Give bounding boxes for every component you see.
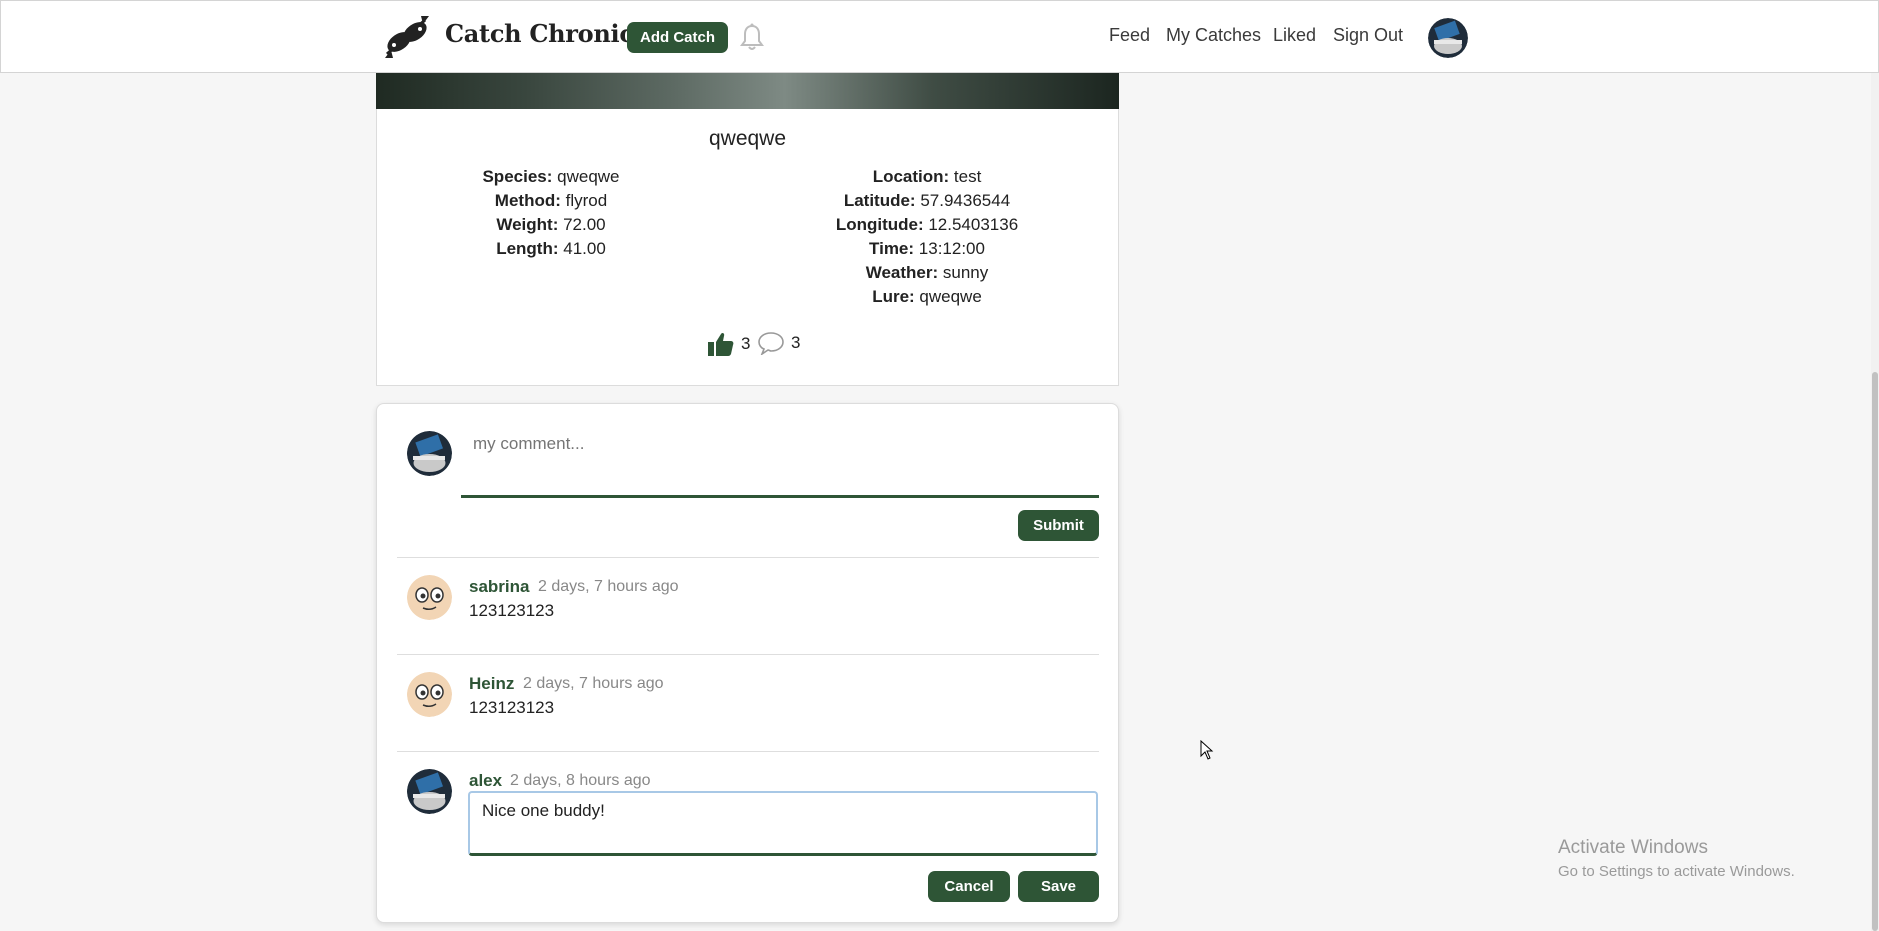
divider xyxy=(397,654,1099,655)
comments-card: Submit sabrina 2 days, 7 hours ago 12312… xyxy=(376,403,1119,923)
activate-windows-subtitle: Go to Settings to activate Windows. xyxy=(1558,863,1795,880)
thumbs-up-icon[interactable] xyxy=(707,331,735,357)
likes-count: 3 xyxy=(741,334,751,353)
bell-icon[interactable] xyxy=(739,23,765,51)
comment-author[interactable]: Heinz xyxy=(469,674,514,694)
comment-text: 123123123 xyxy=(469,601,555,620)
save-button[interactable]: Save xyxy=(1018,871,1099,902)
catch-details-right: Location: test Latitude: 57.9436544 Long… xyxy=(827,165,1027,309)
catch-title: qweqwe xyxy=(708,127,787,150)
detail-weather: Weather: sunny xyxy=(865,263,989,282)
comment-input[interactable] xyxy=(461,426,1099,498)
like-stat[interactable]: 3 xyxy=(707,331,750,357)
scrollbar-thumb[interactable] xyxy=(1872,372,1878,931)
brand-title[interactable]: Catch Chronicle xyxy=(445,19,658,48)
detail-lure: Lure: qweqwe xyxy=(872,287,982,306)
nav-link-my-catches[interactable]: My Catches xyxy=(1166,25,1261,46)
commenter-avatar xyxy=(407,672,452,717)
detail-method: Method: flyrod xyxy=(494,191,608,210)
nav-link-sign-out[interactable]: Sign Out xyxy=(1333,25,1403,46)
activate-windows-title: Activate Windows xyxy=(1558,837,1708,858)
nav-link-feed[interactable]: Feed xyxy=(1109,25,1150,46)
detail-location: Location: test xyxy=(872,167,982,186)
comment-author[interactable]: alex xyxy=(469,771,502,791)
detail-species: Species: qweqwe xyxy=(482,167,620,186)
submit-comment-button[interactable]: Submit xyxy=(1018,510,1099,541)
divider xyxy=(397,751,1099,752)
catch-photo xyxy=(376,73,1119,109)
comment-text: 123123123 xyxy=(469,698,555,717)
detail-length: Length: 41.00 xyxy=(496,239,606,258)
detail-time: Time: 13:12:00 xyxy=(869,239,985,258)
commenter-avatar xyxy=(407,769,452,814)
comment-time: 2 days, 7 hours ago xyxy=(523,675,664,692)
mouse-cursor-icon xyxy=(1200,740,1214,760)
edit-comment-input[interactable]: Nice one buddy! xyxy=(468,791,1098,856)
comment-time: 2 days, 7 hours ago xyxy=(538,578,679,595)
detail-latitude: Latitude: 57.9436544 xyxy=(843,191,1011,210)
comments-count: 3 xyxy=(791,333,801,352)
comment-author[interactable]: sabrina xyxy=(469,577,529,597)
divider xyxy=(397,557,1099,558)
detail-longitude: Longitude: 12.5403136 xyxy=(835,215,1019,234)
add-catch-button[interactable]: Add Catch xyxy=(627,22,728,53)
catch-card: qweqwe Species: qweqwe Method: flyrod We… xyxy=(376,109,1119,386)
comment-stat[interactable]: 3 xyxy=(757,331,800,355)
user-avatar[interactable] xyxy=(1428,18,1468,58)
detail-weight: Weight: 72.00 xyxy=(496,215,606,234)
top-navbar: Catch Chronicle Add Catch Feed My Catche… xyxy=(0,0,1879,73)
commenter-avatar xyxy=(407,575,452,620)
fish-logo-icon[interactable] xyxy=(381,14,433,60)
catch-details-left: Species: qweqwe Method: flyrod Weight: 7… xyxy=(477,165,625,261)
comment-time: 2 days, 8 hours ago xyxy=(510,772,651,789)
cancel-button[interactable]: Cancel xyxy=(928,871,1010,902)
nav-link-liked[interactable]: Liked xyxy=(1273,25,1316,46)
current-user-avatar xyxy=(407,431,452,476)
comment-bubble-icon[interactable] xyxy=(757,331,785,355)
